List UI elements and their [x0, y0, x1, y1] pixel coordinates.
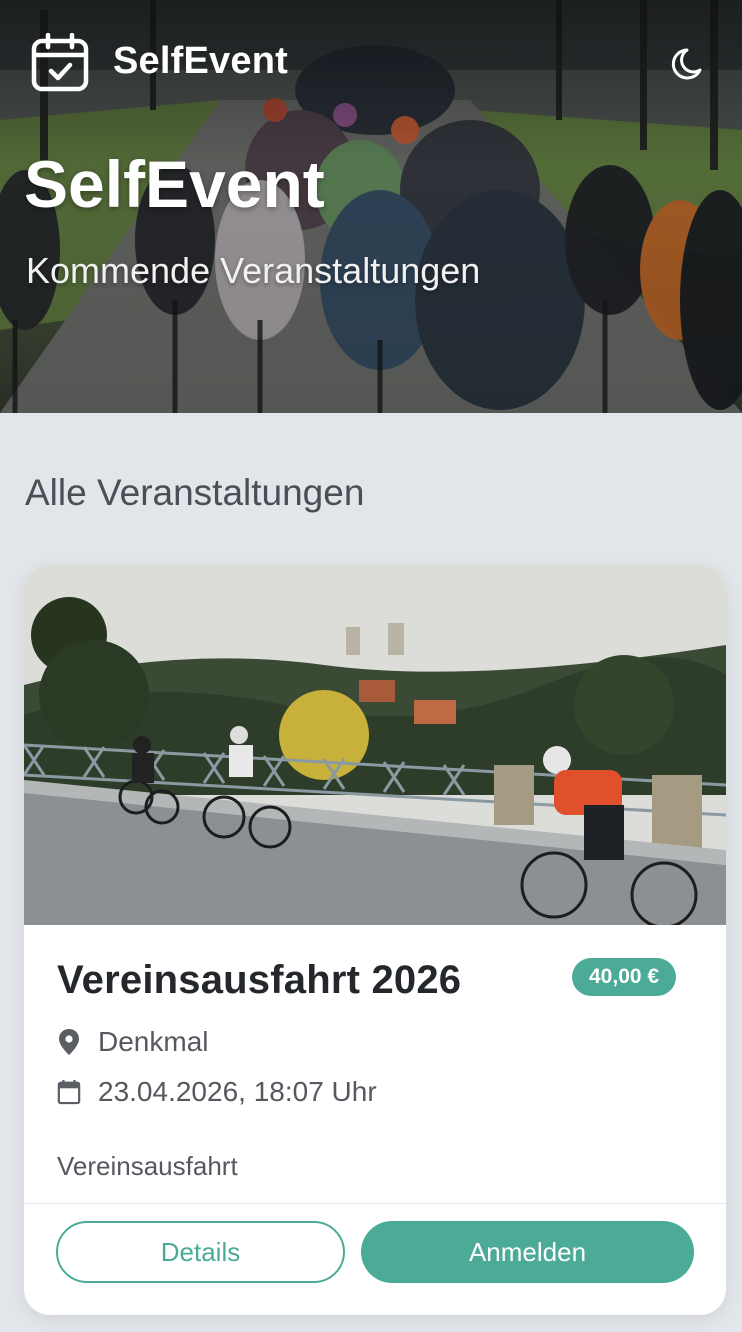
- brand-name[interactable]: SelfEvent: [113, 40, 288, 83]
- hero-title: SelfEvent: [24, 147, 325, 221]
- register-button[interactable]: Anmelden: [361, 1221, 694, 1283]
- calendar-icon: [57, 1078, 81, 1106]
- event-location: Denkmal: [57, 1026, 208, 1058]
- top-navigation: SelfEvent: [0, 0, 742, 124]
- event-card: Vereinsausfahrt 2026 40,00 € Denkmal 23.…: [24, 565, 726, 1315]
- event-datetime-text: 23.04.2026, 18:07 Uhr: [98, 1076, 377, 1107]
- details-button[interactable]: Details: [56, 1221, 345, 1283]
- moon-icon[interactable]: [670, 44, 710, 84]
- event-image: [24, 565, 726, 925]
- map-pin-icon: [57, 1028, 81, 1056]
- event-datetime: 23.04.2026, 18:07 Uhr: [57, 1076, 377, 1108]
- hero-subtitle: Kommende Veranstaltungen: [26, 250, 481, 291]
- event-title[interactable]: Vereinsausfahrt 2026: [57, 958, 461, 1003]
- calendar-check-icon[interactable]: [30, 33, 90, 93]
- hero-banner: SelfEvent SelfEvent Kommende Veranstaltu…: [0, 0, 742, 413]
- price-badge: 40,00 €: [572, 958, 677, 996]
- event-description: Vereinsausfahrt: [57, 1151, 238, 1181]
- event-location-text: Denkmal: [98, 1026, 209, 1057]
- section-title: Alle Veranstaltungen: [25, 472, 365, 513]
- card-divider: [24, 1203, 726, 1204]
